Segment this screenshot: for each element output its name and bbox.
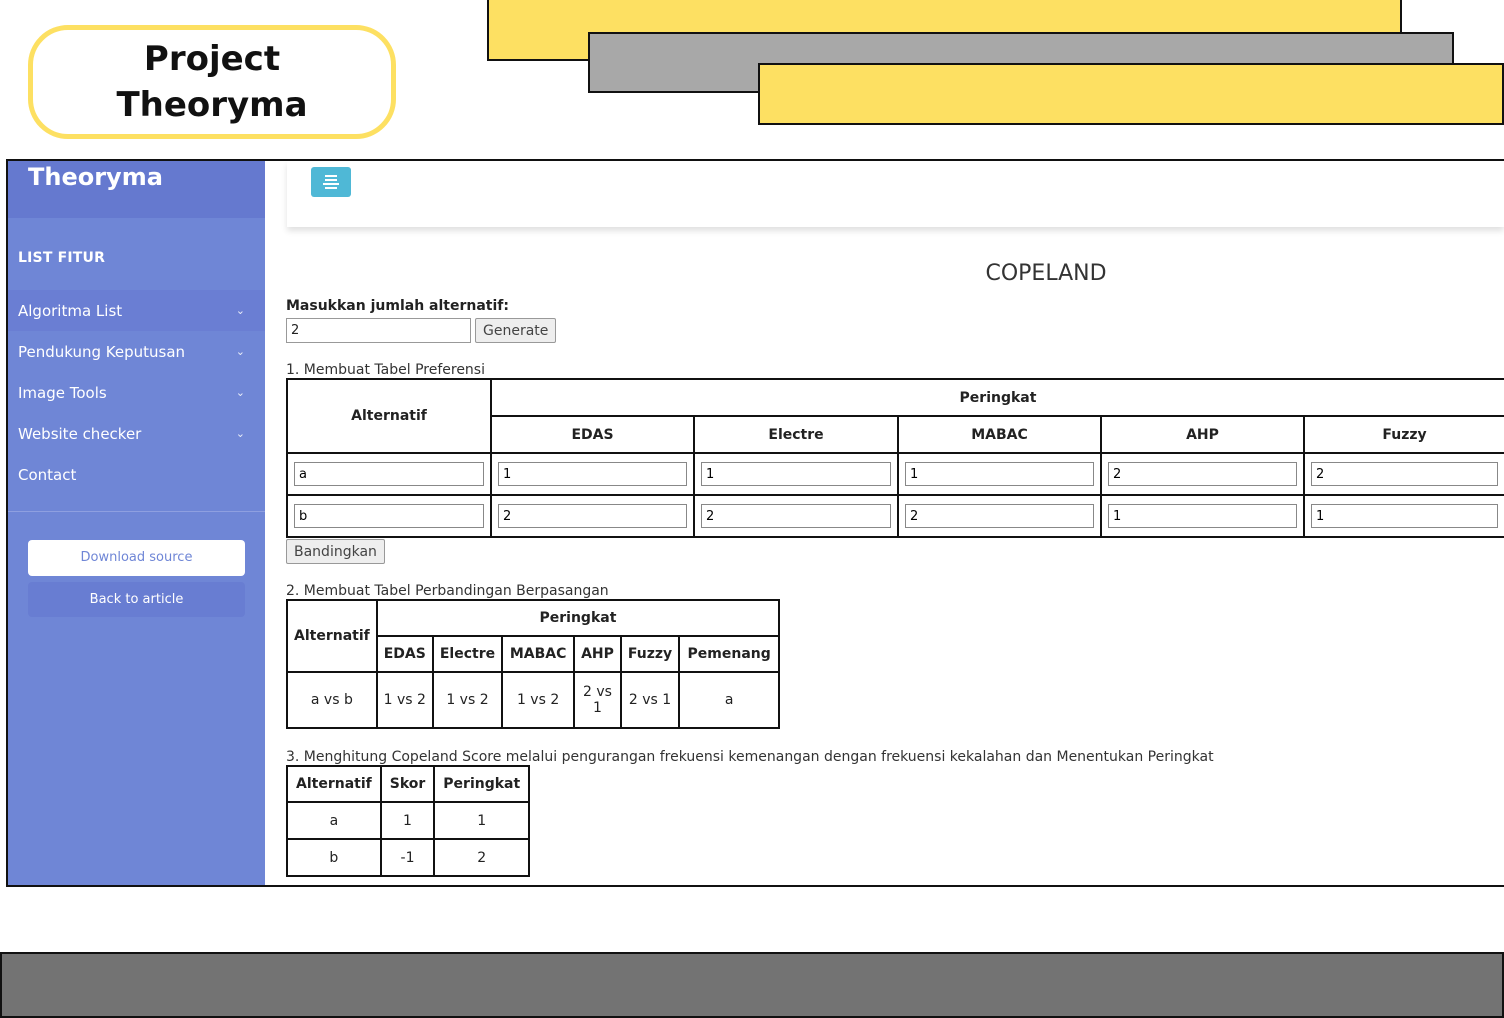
- sidebar-section-title: LIST FITUR: [18, 250, 106, 266]
- rank-input-fuzzy[interactable]: [1311, 504, 1498, 528]
- chevron-down-icon: ⌄: [235, 304, 245, 317]
- table-cell: 2 vs 1: [619, 671, 681, 729]
- chevron-down-icon: ⌄: [235, 345, 245, 358]
- sidebar-brand[interactable]: Theoryma: [8, 161, 265, 218]
- table-cell: 1: [433, 801, 531, 840]
- sidebar-item-label: Pendukung Keputusan: [18, 342, 186, 361]
- menu-lines-icon: [325, 175, 337, 177]
- rank-input-ahp[interactable]: [1108, 504, 1297, 528]
- table-header-alternatif: Alternatif: [286, 765, 382, 803]
- table-row: a 1 1: [286, 801, 531, 840]
- sidebar-toggle-button[interactable]: [311, 167, 351, 197]
- table-header-ahp: AHP: [573, 635, 622, 673]
- table-cell-winner: a: [678, 671, 781, 729]
- decor-bottom-bar: [0, 952, 1504, 1018]
- table-cell: 1 vs 2: [501, 671, 576, 729]
- menu-lines-icon: [325, 179, 337, 181]
- sidebar-item-image-tools[interactable]: Image Tools ⌄: [8, 372, 265, 413]
- sidebar-item-contact[interactable]: Contact: [8, 454, 265, 495]
- table-header-peringkat: Peringkat: [375, 599, 781, 637]
- table-header-electre: Electre: [431, 635, 504, 673]
- project-title-line1: Project: [143, 39, 281, 79]
- table-cell: a: [286, 801, 382, 840]
- copeland-panel: COPELAND Masukkan jumlah alternatif: Gen…: [286, 261, 1504, 877]
- table-cell: 2 vs 1: [573, 671, 622, 729]
- table-header-pemenang: Pemenang: [678, 635, 781, 673]
- sidebar-item-label: Algoritma List: [18, 301, 123, 320]
- sidebar: Theoryma LIST FITUR Algoritma List ⌄ Pen…: [8, 161, 265, 885]
- copeland-score-table: Alternatif Skor Peringkat a 1 1 b -1 2: [286, 765, 531, 877]
- table-header-mabac: MABAC: [897, 415, 1102, 454]
- table-cell: 2: [433, 838, 531, 877]
- sidebar-item-label: Image Tools: [18, 383, 107, 402]
- table-cell: b: [286, 838, 382, 877]
- download-source-button[interactable]: Download source: [28, 540, 245, 576]
- table-cell: 1 vs 2: [431, 671, 504, 729]
- rank-input-ahp[interactable]: [1108, 462, 1297, 486]
- step-1-label: 1. Membuat Tabel Preferensi: [286, 362, 485, 378]
- project-title-badge: Project Theoryma: [28, 25, 396, 139]
- decor-block-yellow-bottom: [758, 63, 1504, 125]
- top-navbar: [287, 161, 1504, 227]
- table-row: [286, 494, 1504, 538]
- table-header-fuzzy: Fuzzy: [1303, 415, 1504, 454]
- alternative-name-input[interactable]: [294, 504, 484, 528]
- table-row: [286, 452, 1504, 496]
- project-title-line2: Theoryma: [116, 85, 308, 125]
- back-to-article-button[interactable]: Back to article: [28, 582, 245, 617]
- chevron-down-icon: ⌄: [235, 386, 245, 399]
- table-header-alternatif: Alternatif: [286, 378, 492, 454]
- compare-button[interactable]: Bandingkan: [286, 539, 385, 564]
- main-content: COPELAND Masukkan jumlah alternatif: Gen…: [265, 161, 1504, 885]
- alternative-count-input[interactable]: [286, 318, 471, 343]
- generate-row: Generate: [286, 318, 1504, 343]
- table-cell: 1 vs 2: [375, 671, 434, 729]
- table-row: a vs b 1 vs 2 1 vs 2 1 vs 2 2 vs 1 2 vs …: [286, 671, 781, 729]
- table-header-peringkat: Peringkat: [490, 378, 1504, 417]
- table-row: b -1 2: [286, 838, 531, 877]
- sidebar-menu: Algoritma List ⌄ Pendukung Keputusan ⌄ I…: [8, 290, 265, 495]
- rank-input-mabac[interactable]: [905, 504, 1094, 528]
- rank-input-edas[interactable]: [498, 462, 687, 486]
- table-header-edas: EDAS: [490, 415, 695, 454]
- rank-input-electre[interactable]: [701, 462, 891, 486]
- rank-input-electre[interactable]: [701, 504, 891, 528]
- table-header-edas: EDAS: [375, 635, 434, 673]
- table-header-ahp: AHP: [1100, 415, 1305, 454]
- menu-lines-icon: [323, 183, 339, 185]
- table-header-fuzzy: Fuzzy: [619, 635, 681, 673]
- sidebar-item-pendukung-keputusan[interactable]: Pendukung Keputusan ⌄: [8, 331, 265, 372]
- alternative-count-label: Masukkan jumlah alternatif:: [286, 298, 509, 314]
- rank-input-mabac[interactable]: [905, 462, 1094, 486]
- menu-lines-icon: [325, 187, 337, 189]
- sidebar-item-label: Website checker: [18, 424, 142, 443]
- page-title: COPELAND: [985, 261, 1107, 286]
- table-header-skor: Skor: [379, 765, 436, 803]
- preference-table: Alternatif Peringkat EDAS Electre MABAC …: [286, 378, 1504, 538]
- sidebar-item-website-checker[interactable]: Website checker ⌄: [8, 413, 265, 454]
- rank-input-fuzzy[interactable]: [1311, 462, 1498, 486]
- table-cell: -1: [379, 838, 436, 877]
- sidebar-item-algoritma-list[interactable]: Algoritma List ⌄: [8, 290, 265, 331]
- rank-input-edas[interactable]: [498, 504, 687, 528]
- step-3-label: 3. Menghitung Copeland Score melalui pen…: [286, 749, 1214, 765]
- table-header-mabac: MABAC: [501, 635, 576, 673]
- sidebar-item-label: Contact: [18, 465, 77, 484]
- table-cell: a vs b: [286, 671, 378, 729]
- alternative-name-input[interactable]: [294, 462, 484, 486]
- step-2-label: 2. Membuat Tabel Perbandingan Berpasanga…: [286, 583, 609, 599]
- table-cell: 1: [379, 801, 436, 840]
- pairwise-comparison-table: Alternatif Peringkat EDAS Electre MABAC …: [286, 599, 781, 729]
- table-header-electre: Electre: [693, 415, 899, 454]
- table-header-alternatif: Alternatif: [286, 599, 378, 673]
- sidebar-divider: [8, 511, 265, 512]
- generate-button[interactable]: Generate: [475, 318, 557, 343]
- table-header-peringkat: Peringkat: [433, 765, 531, 803]
- app-window: Theoryma LIST FITUR Algoritma List ⌄ Pen…: [6, 159, 1504, 887]
- chevron-down-icon: ⌄: [235, 427, 245, 440]
